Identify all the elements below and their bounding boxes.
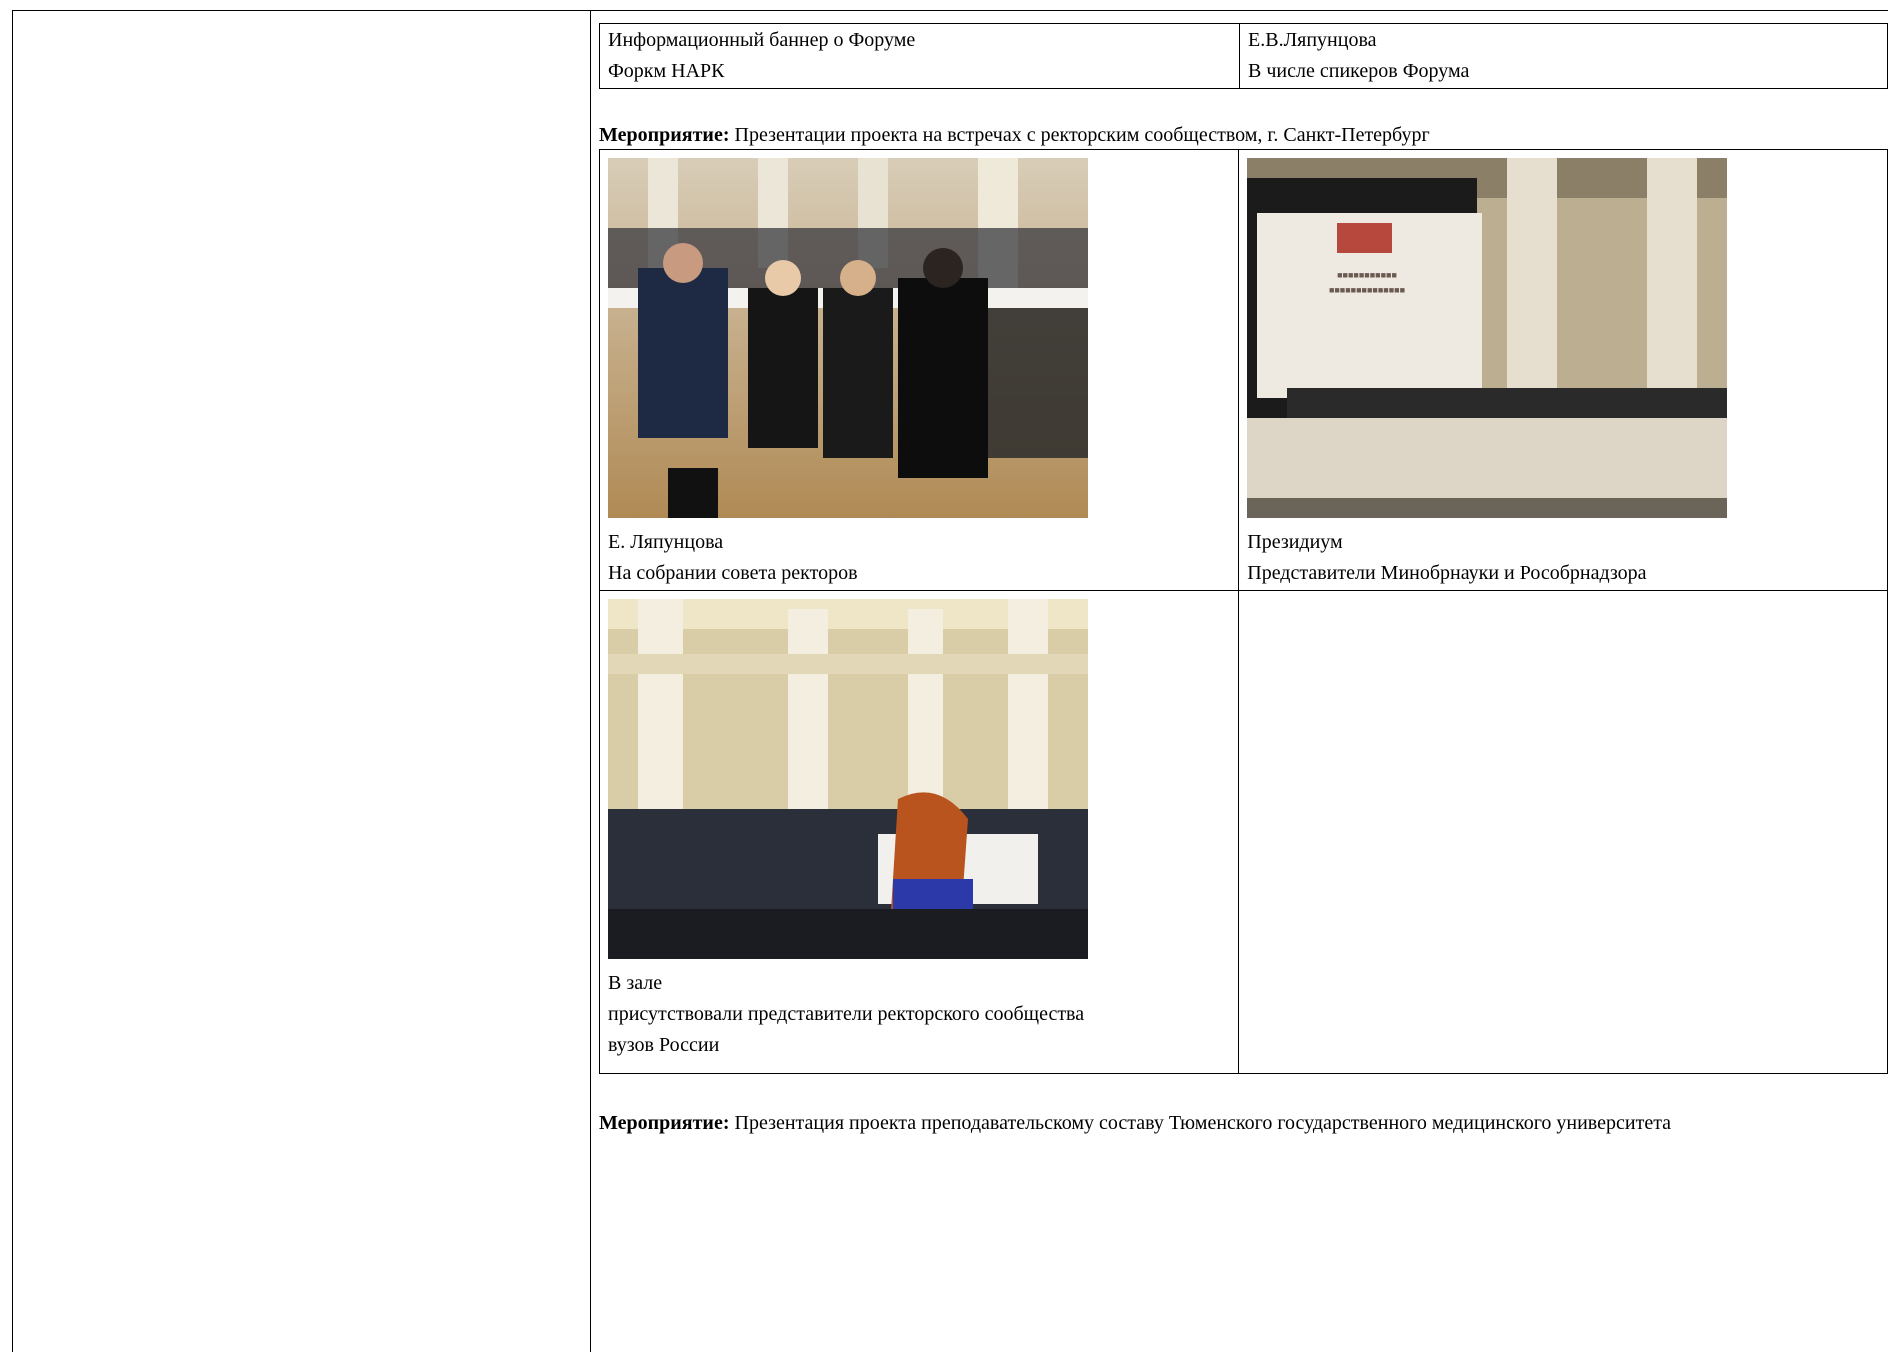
svg-text:■■■■■■■■■■■: ■■■■■■■■■■■ — [1337, 270, 1397, 280]
svg-text:■■■■■■■■■■■■■■: ■■■■■■■■■■■■■■ — [1329, 285, 1405, 295]
speaker-caption-line: В числе спикеров Форума — [1248, 60, 1470, 82]
column-divider — [590, 10, 591, 1352]
event-label: Мероприятие: — [599, 1112, 730, 1134]
banner-caption-line: Информационный баннер о Форуме — [608, 29, 916, 51]
banner-caption-line: Форкм НАРК — [608, 60, 725, 82]
photo-caption-line: Президиум — [1247, 531, 1343, 553]
photo-caption-line: На собрании совета ректоров — [608, 562, 858, 584]
photo-cell: В зале присутствовали представители рект… — [598, 590, 1240, 1074]
photo-caption-line: присутствовали представители ректорского… — [608, 1003, 1085, 1025]
empty-cell — [1238, 590, 1888, 1074]
hall-audience-photo — [608, 599, 1088, 959]
forum-table: Информационный баннер о Форуме Форкм НАР… — [598, 23, 1888, 89]
photo-cell: ■■■■■■■■■■■ ■■■■■■■■■■■■■■ Президиум Пре… — [1238, 149, 1888, 591]
document-content: Информационный баннер о Форуме Форкм НАР… — [598, 0, 1888, 1352]
presidium-photo: ■■■■■■■■■■■ ■■■■■■■■■■■■■■ — [1247, 158, 1728, 518]
rectors-meeting-photo — [608, 158, 1088, 518]
banner-cell: Информационный баннер о Форуме Форкм НАР… — [598, 23, 1241, 89]
event-label: Мероприятие: — [599, 124, 730, 146]
event-heading: Мероприятие: Презентации проекта на встр… — [599, 120, 1430, 151]
event-text: Презентация проекта преподавательскому с… — [734, 1112, 1672, 1134]
photo-caption-line: Представители Минобрнауки и Рособрнадзор… — [1247, 562, 1647, 584]
photo-caption-line: вузов России — [608, 1034, 720, 1056]
photo-table: Е. Ляпунцова На собрании совета ректоров… — [598, 149, 1888, 1074]
photo-cell: Е. Ляпунцова На собрании совета ректоров — [598, 149, 1240, 591]
event-text: Презентации проекта на встречах с ректор… — [734, 124, 1430, 146]
speaker-cell: Е.В.Ляпунцова В числе спикеров Форума — [1239, 23, 1888, 89]
event-heading: Мероприятие: Презентация проекта препода… — [599, 1108, 1671, 1139]
photo-caption-line: В зале — [608, 972, 663, 994]
photo-caption-line: Е. Ляпунцова — [608, 531, 724, 553]
speaker-caption-line: Е.В.Ляпунцова — [1248, 29, 1377, 51]
